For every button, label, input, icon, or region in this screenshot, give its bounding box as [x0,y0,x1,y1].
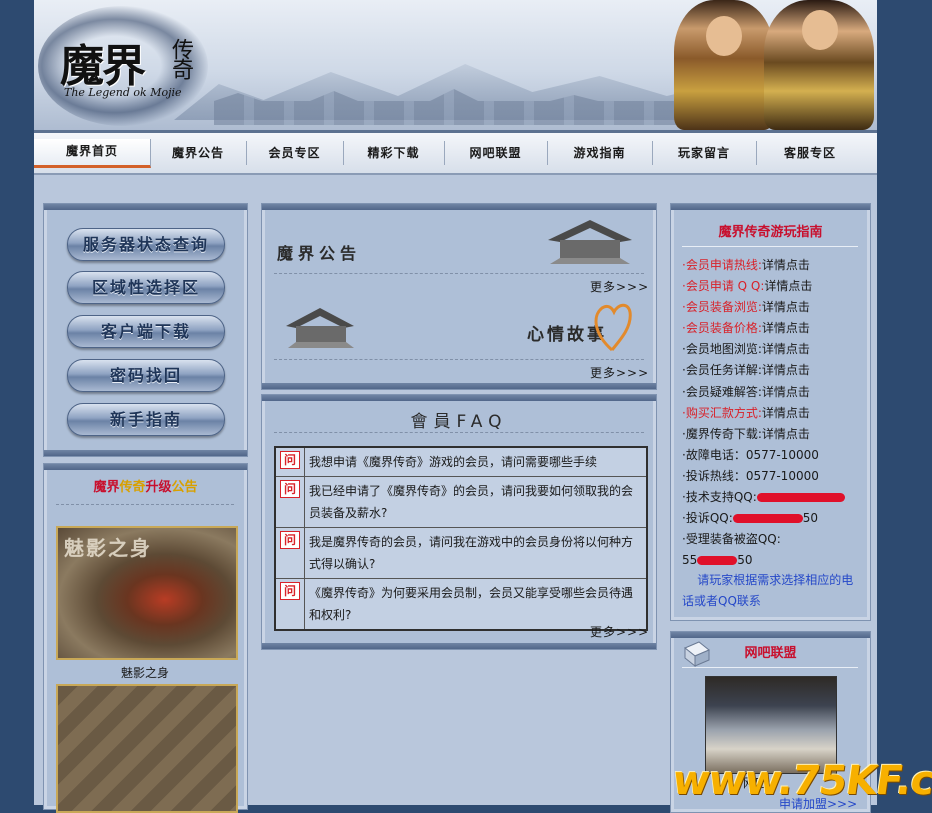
stolen-gear-qq: ·受理装备被盗QQ: [682,532,781,547]
faq-row[interactable]: 问 我已经申请了《魔界传奇》的会员，请问我要如何领取我的会员装备及薪水? [276,477,646,528]
quick-links-panel: 服务器状态查询 区域性选择区 客户端下载 密码找回 新手指南 [43,203,248,457]
guide-item[interactable]: ·会员申请 Q Q:详情点击 [682,276,860,297]
logo-sub: 传奇 [168,38,193,78]
fault-phone: ·故障电话：0577-10000 [682,447,819,462]
faq-question[interactable]: 《魔界传奇》为何要采用会员制，会员又能享受哪些会员待遇和权利? [305,579,646,629]
tech-support-qq: ·技术支持QQ: [682,487,860,508]
site-watermark: www.75KF.com [669,758,932,804]
stolen-gear-qq-number: 55 50 [682,553,753,568]
guide-item[interactable]: ·会员装备价格:详情点击 [682,318,860,339]
nav-guestbook[interactable]: 玩家留言 [652,141,757,165]
faq-panel: 會員FAQ 问 我想申请《魔界传奇》游戏的会员，请问需要哪些手续 问 我已经申请… [261,394,657,650]
heart-icon [594,303,632,352]
upgrade-thumbnail-1[interactable]: 魅影之身 [56,526,238,660]
hero-warrior-left [674,0,774,130]
redaction-mark [756,493,845,503]
hero-characters [664,0,877,130]
guide-list: ·会员申请热线:详情点击 ·会员申请 Q Q:详情点击 ·会员装备浏览:详情点击… [682,255,860,571]
guide-item[interactable]: ·会员任务详解:详情点击 [682,360,860,381]
nav-guide[interactable]: 游戏指南 [547,141,653,165]
announcement-more-link[interactable]: 更多>>> [590,278,649,295]
nav-members[interactable]: 会员专区 [246,141,344,165]
guide-item[interactable]: ·会员地图浏览:详情点击 [682,339,860,360]
password-recovery-button[interactable]: 密码找回 [67,359,225,392]
contact-note: 请玩家根据需求选择相应的电话或者QQ联系 [682,573,854,608]
guide-item[interactable]: ·会员申请热线:详情点击 [682,255,860,276]
logo-main[interactable]: 魔界 [60,30,146,94]
faq-title[interactable]: 會員FAQ [262,407,656,432]
client-download-button[interactable]: 客户端下载 [67,315,225,348]
redaction-mark [732,514,803,524]
faq-question[interactable]: 我已经申请了《魔界传奇》的会员，请问我要如何领取我的会员装备及薪水? [305,477,646,527]
faq-more-link[interactable]: 更多>>> [590,623,649,640]
server-status-button[interactable]: 服务器状态查询 [67,228,225,261]
faq-row[interactable]: 问 我是魔界传奇的会员，请问我在游戏中的会员身份将以何种方式得以确认? [276,528,646,579]
netbar-title[interactable]: 网吧联盟 [671,642,870,661]
pavilion-icon [548,220,632,264]
upgrade-panel: 魔界传奇升级公告 魅影之身 魅影之身 [43,463,248,813]
announcement-title[interactable]: 魔界公告 [277,240,361,264]
upgrade-title[interactable]: 魔界传奇升级公告 [44,476,247,495]
logo-english: The Legend ok Mojie [64,86,182,99]
guide-panel: 魔界传奇游玩指南 ·会员申请热线:详情点击 ·会员申请 Q Q:详情点击 ·会员… [670,203,871,621]
site-header: 魔界 传奇 The Legend ok Mojie [34,0,877,133]
complaint-qq: ·投诉QQ: 50 [682,511,819,526]
question-icon: 问 [280,531,300,549]
faq-row[interactable]: 问 《魔界传奇》为何要采用会员制，会员又能享受哪些会员待遇和权利? [276,579,646,629]
hero-warrior-right [764,0,874,130]
question-icon: 问 [280,582,300,600]
nav-announcement[interactable]: 魔界公告 [150,141,247,165]
pavilion-icon-2 [286,308,354,348]
upgrade-thumbnail-2[interactable] [56,684,238,813]
guide-item[interactable]: ·会员装备浏览:详情点击 [682,297,860,318]
faq-question[interactable]: 我想申请《魔界传奇》游戏的会员，请问需要哪些手续 [305,448,646,476]
faq-question[interactable]: 我是魔界传奇的会员，请问我在游戏中的会员身份将以何种方式得以确认? [305,528,646,578]
guide-item[interactable]: ·购买汇款方式:详情点击 [682,403,860,424]
faq-table: 问 我想申请《魔界传奇》游戏的会员，请问需要哪些手续 问 我已经申请了《魔界传奇… [274,446,648,631]
nav-downloads[interactable]: 精彩下载 [343,141,445,165]
mood-more-link[interactable]: 更多>>> [590,364,649,381]
thumbnail-overlay-text: 魅影之身 [64,536,152,560]
complaint-phone: ·投诉热线：0577-10000 [682,468,819,483]
nav-netbar[interactable]: 网吧联盟 [444,141,548,165]
nav-home[interactable]: 魔界首页 [34,139,151,168]
region-select-button[interactable]: 区域性选择区 [67,271,225,304]
redaction-mark [697,556,738,566]
nav-support[interactable]: 客服专区 [756,141,864,165]
page: 魔界 传奇 The Legend ok Mojie 魔界首页 魔界公告 会员专区… [34,0,877,813]
newbie-guide-button[interactable]: 新手指南 [67,403,225,436]
guide-item[interactable]: ·会员疑难解答:详情点击 [682,382,860,403]
question-icon: 问 [280,480,300,498]
main-nav: 魔界首页 魔界公告 会员专区 精彩下载 网吧联盟 游戏指南 玩家留言 客服专区 [34,133,877,175]
question-icon: 问 [280,451,300,469]
guide-item[interactable]: ·魔界传奇下载:详情点击 [682,424,860,445]
faq-row[interactable]: 问 我想申请《魔界传奇》游戏的会员，请问需要哪些手续 [276,448,646,477]
guide-title[interactable]: 魔界传奇游玩指南 [671,221,870,240]
upgrade-caption-1[interactable]: 魅影之身 [44,664,246,681]
announcement-panel: 魔界公告 更多>>> 心情故事 更多>>> [261,203,657,390]
